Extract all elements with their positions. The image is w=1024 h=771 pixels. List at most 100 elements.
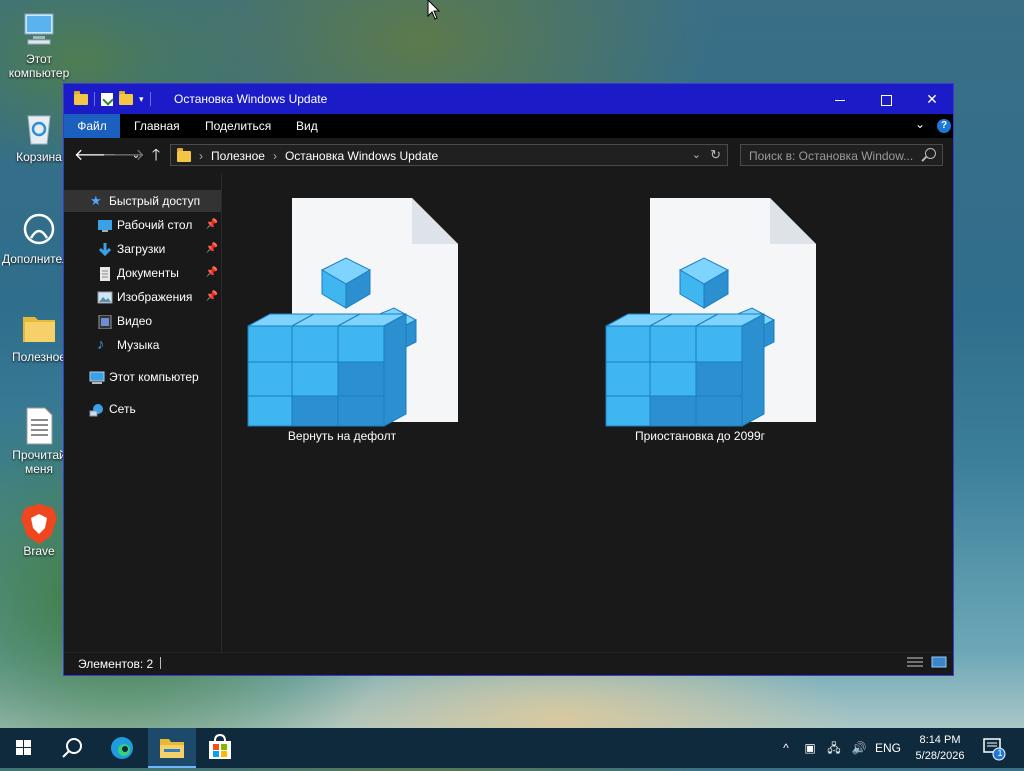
help-button[interactable]: ? [937, 119, 951, 133]
registry-file-icon [605, 198, 816, 427]
camera-icon: ▣ [804, 741, 816, 755]
refresh-button[interactable]: ↻ [710, 147, 721, 163]
desktop-icon-this-pc[interactable]: Этот компьютер [2, 10, 76, 80]
clock-time: 8:14 PM [919, 734, 961, 746]
status-divider [160, 657, 161, 669]
minimize-button[interactable] [817, 84, 863, 114]
chevron-up-icon: ^ [783, 741, 789, 755]
sidebar-item-quick-access[interactable]: ★ Быстрый доступ [64, 190, 221, 212]
file-item-pause-2099[interactable]: Приостановка до 2099г [580, 198, 820, 443]
large-icons-view-button[interactable] [931, 656, 947, 671]
sidebar-item-label: Музыка [117, 338, 160, 352]
close-icon: ✕ [926, 91, 938, 107]
info-icon [19, 210, 59, 250]
large-icons-view-icon [931, 656, 947, 668]
item-count: Элементов: 2 [78, 657, 154, 671]
details-view-button[interactable] [907, 656, 923, 671]
file-name-label: Вернуть на дефолт [287, 429, 397, 443]
view-switcher [907, 656, 947, 671]
tab-share[interactable]: Поделиться [191, 114, 285, 138]
recent-locations-button[interactable]: ⌄ [126, 146, 146, 166]
toolbar-divider [149, 92, 151, 106]
status-bar: Элементов: 2 [64, 652, 953, 675]
volume-button[interactable]: 🔊 [848, 728, 870, 768]
folder-icon [74, 90, 88, 105]
sidebar-item-label: Сеть [109, 402, 136, 416]
search-box[interactable] [740, 144, 943, 166]
title-bar[interactable]: ▾ Остановка Windows Update ✕ [64, 84, 953, 114]
taskbar-explorer-button[interactable] [148, 728, 196, 768]
breadcrumb-item-useful[interactable]: Полезное [211, 149, 265, 163]
maximize-button[interactable] [863, 84, 909, 114]
sidebar-item-videos[interactable]: Видео [64, 310, 221, 332]
network-icon [89, 402, 105, 417]
computer-icon [19, 10, 59, 50]
sidebar-item-label: Видео [117, 314, 153, 328]
sidebar-item-label: Этот компьютер [109, 370, 199, 384]
details-view-icon [907, 657, 923, 667]
address-bar[interactable]: › Полезное › Остановка Windows Update ⌄ … [170, 144, 728, 166]
tab-home[interactable]: Главная [120, 114, 194, 138]
minimize-icon [835, 99, 845, 101]
file-item-reset-default[interactable]: Вернуть на дефолт [222, 198, 462, 443]
pin-icon: 📌 [205, 219, 218, 230]
computer-icon [89, 370, 105, 384]
sidebar-item-pictures[interactable]: Изображения 📌 [64, 286, 221, 308]
taskbar: ^ ▣ 🖧 🔊 ENG 8:14 PM 5/28/2026 1 [0, 728, 1024, 768]
sidebar-item-desktop[interactable]: Рабочий стол 📌 [64, 214, 221, 236]
taskbar-store-button[interactable] [196, 728, 244, 768]
chevron-down-icon: ⌄ [915, 117, 926, 131]
address-dropdown-button[interactable]: ⌄ [692, 148, 701, 161]
tab-file[interactable]: Файл [64, 114, 120, 138]
search-input[interactable] [747, 147, 921, 165]
navigation-bar: 🡐 🡒 ⌄ 🡑 › Полезное › Остановка Windows U… [64, 138, 953, 174]
file-name-label: Приостановка до 2099г [635, 429, 765, 443]
action-center-button[interactable]: 1 [976, 728, 1024, 768]
ribbon: Файл Главная Поделиться Вид ⌄ ? [64, 114, 953, 138]
back-button[interactable]: 🡐 [74, 146, 117, 166]
explorer-window[interactable]: ▾ Остановка Windows Update ✕ Файл Главна… [63, 83, 954, 676]
search-button[interactable] [48, 728, 96, 768]
volume-icon: 🔊 [851, 741, 867, 755]
breadcrumb: › Полезное › Остановка Windows Update [177, 148, 438, 163]
sidebar-item-documents[interactable]: Документы 📌 [64, 262, 221, 284]
sidebar-item-this-pc[interactable]: Этот компьютер [64, 366, 221, 388]
clock-date: 5/28/2026 [915, 750, 965, 762]
pin-icon: 📌 [205, 243, 218, 254]
network-tray-button[interactable]: 🖧 [824, 728, 844, 768]
pin-icon: 📌 [205, 291, 218, 302]
language-indicator[interactable]: ENG [872, 728, 904, 768]
up-button[interactable]: 🡑 [146, 146, 166, 166]
chevron-down-icon[interactable]: ▾ [139, 94, 144, 105]
network-icon: 🖧 [827, 741, 841, 755]
desktop-icon [97, 218, 113, 232]
sidebar-item-network[interactable]: Сеть [64, 398, 221, 420]
breadcrumb-separator-icon: › [272, 149, 277, 163]
taskbar-edge-button[interactable] [98, 728, 146, 768]
sidebar-item-label: Быстрый доступ [109, 194, 201, 208]
pin-icon: 📌 [205, 267, 218, 278]
expand-ribbon-button[interactable]: ⌄ [915, 117, 925, 131]
navigation-pane: ★ Быстрый доступ Рабочий стол 📌 Загрузки… [64, 174, 221, 653]
close-button[interactable]: ✕ [909, 84, 955, 114]
chevron-down-icon: ⌄ [131, 150, 141, 161]
sidebar-item-music[interactable]: ♪ Музыка [64, 334, 221, 356]
start-button[interactable] [0, 728, 48, 768]
properties-icon[interactable] [101, 92, 114, 106]
music-icon: ♪ [97, 336, 105, 353]
desktop-icon-label: Этот компьютер [8, 52, 70, 80]
mouse-cursor-icon [427, 0, 441, 20]
meet-now-button[interactable]: ▣ [800, 728, 820, 768]
tab-view[interactable]: Вид [282, 114, 332, 138]
folder-icon [177, 148, 191, 162]
clock[interactable]: 8:14 PM 5/28/2026 [908, 732, 972, 764]
quick-access-toolbar: ▾ [74, 90, 151, 107]
sidebar-item-label: Документы [117, 266, 179, 280]
sidebar-item-downloads[interactable]: Загрузки 📌 [64, 238, 221, 260]
forward-button[interactable]: 🡒 [102, 146, 145, 166]
brave-icon [19, 502, 59, 544]
new-folder-icon[interactable] [119, 90, 133, 105]
sidebar-item-label: Изображения [117, 290, 193, 304]
breadcrumb-item-current[interactable]: Остановка Windows Update [285, 149, 438, 163]
show-hidden-icons-button[interactable]: ^ [776, 728, 796, 768]
